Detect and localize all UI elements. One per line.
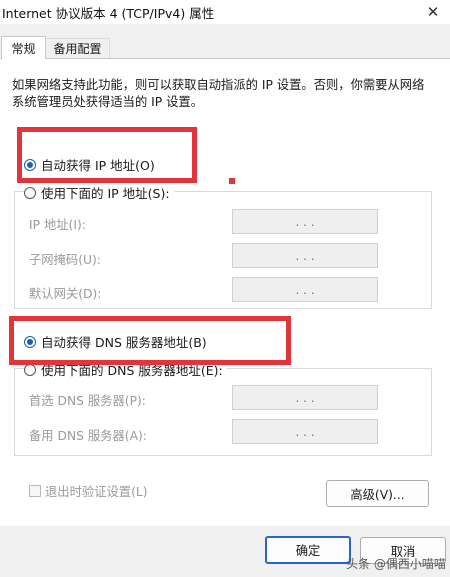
advanced-button[interactable]: 高级(V)... <box>326 480 429 507</box>
ip-address-value: . . . <box>295 214 315 229</box>
subnet-mask-field[interactable]: . . . <box>232 243 378 268</box>
window-title: Internet 协议版本 4 (TCP/IPv4) 属性 <box>2 6 215 21</box>
subnet-mask-label: 子网掩码(U): <box>29 253 101 267</box>
tab-general[interactable]: 常规 <box>1 36 46 59</box>
highlight-dot <box>229 178 235 184</box>
highlight-auto-ip <box>17 127 197 183</box>
alternate-dns-value: . . . <box>295 424 315 439</box>
radio-manual-ip-label: 使用下面的 IP 地址(S): <box>41 186 170 201</box>
watermark-text: 头条 @偶西小喵喵 <box>346 557 446 571</box>
subnet-mask-value: . . . <box>295 248 315 263</box>
preferred-dns-value: . . . <box>295 390 315 405</box>
description-text: 如果网络支持此功能，则可以获取自动指派的 IP 设置。否则，你需要从网络系统管理… <box>12 78 425 109</box>
tab-strip: 常规 备用配置 <box>0 36 450 59</box>
preferred-dns-label: 首选 DNS 服务器(P): <box>29 394 146 408</box>
tab-alternate-config[interactable]: 备用配置 <box>46 38 110 58</box>
validate-settings-box <box>29 485 41 497</box>
radio-manual-ip[interactable]: 使用下面的 IP 地址(S): <box>24 183 174 202</box>
default-gateway-label: 默认网关(D): <box>29 287 102 301</box>
alternate-dns-label: 备用 DNS 服务器(A): <box>29 429 147 443</box>
validate-settings-label: 退出时验证设置(L) <box>45 485 148 499</box>
highlight-auto-dns <box>9 316 291 365</box>
validate-settings-checkbox[interactable]: 退出时验证设置(L) <box>29 482 148 500</box>
default-gateway-field[interactable]: . . . <box>232 277 378 302</box>
title-bar: Internet 协议版本 4 (TCP/IPv4) 属性 ✕ <box>0 0 450 24</box>
ok-button[interactable]: 确定 <box>265 536 351 564</box>
close-button[interactable]: ✕ <box>416 0 450 24</box>
preferred-dns-field[interactable]: . . . <box>232 385 378 410</box>
radio-manual-dns-indicator <box>24 363 36 376</box>
alternate-dns-field[interactable]: . . . <box>232 419 378 444</box>
default-gateway-value: . . . <box>295 282 315 297</box>
radio-manual-ip-indicator <box>24 186 36 199</box>
ip-address-label: IP 地址(I): <box>29 218 86 232</box>
ip-address-field[interactable]: . . . <box>232 209 378 234</box>
close-icon: ✕ <box>426 3 440 21</box>
